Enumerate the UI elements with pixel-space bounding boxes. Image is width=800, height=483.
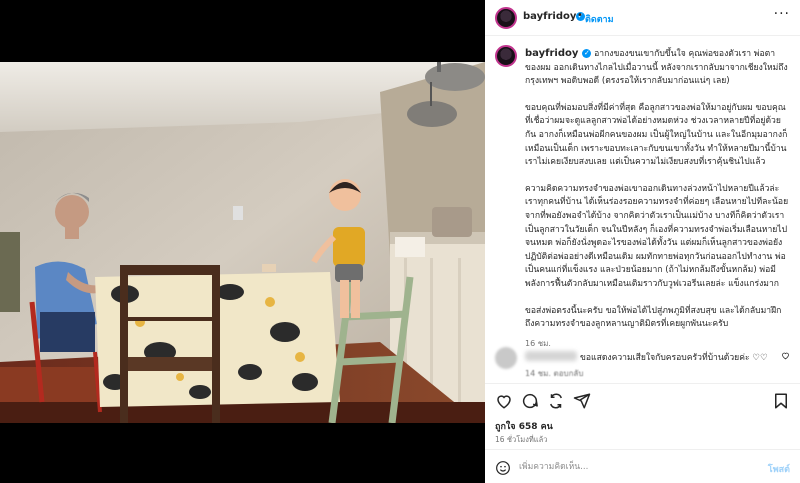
author-username[interactable]: bayfridoy xyxy=(523,11,576,22)
more-options-icon[interactable]: ··· xyxy=(774,6,790,22)
caption-paragraph-4: ขอส่งพ่อตรงนี้นะครับ ขอให้พ่อได้ไปสู่ภพภ… xyxy=(525,305,782,330)
caption-verified-badge-icon: ✓ xyxy=(582,49,592,58)
comment-meta: 14 ชม. ตอบกลับ xyxy=(525,369,584,378)
commenter-username[interactable] xyxy=(525,351,577,361)
follow-button[interactable]: ติดตาม xyxy=(585,12,614,26)
commenter-avatar[interactable] xyxy=(495,347,517,369)
share-icon[interactable] xyxy=(573,392,591,410)
comment-item: ขอแสดงความเสียใจกับครอบครัวที่บ้านด้วยค่… xyxy=(485,345,800,378)
comment-icon[interactable] xyxy=(521,392,539,410)
comment-like-heart-icon[interactable] xyxy=(781,351,790,360)
comments-panel[interactable]: bayfridoy ✓ อากงของขนเขากับขึ้นใจ คุณพ่อข… xyxy=(485,37,800,379)
caption-paragraph-3: ความคิดความทรงจำของพ่อเขาออกเดินทางล่วงห… xyxy=(525,183,789,289)
post-header: bayfridoy ✓ • ติดตาม ··· xyxy=(485,0,800,36)
likes-count[interactable]: ถูกใจ 658 คน xyxy=(495,419,553,433)
caption-paragraph-1: bayfridoy ✓ อากงของขนเขากับขึ้นใจ คุณพ่อข… xyxy=(525,47,789,89)
heart-icon[interactable] xyxy=(495,392,513,410)
post-media[interactable] xyxy=(0,0,485,483)
post-sidebar: bayfridoy ✓ • ติดตาม ··· bayfridoy ✓ อากง… xyxy=(485,0,800,483)
comment-text: ขอแสดงความเสียใจกับครอบครัวที่บ้านด้วยค่… xyxy=(580,353,768,363)
comment-composer: โพสต์ xyxy=(485,449,800,483)
caption-username[interactable]: bayfridoy xyxy=(525,48,578,59)
caption-paragraph-2: ขอบคุณที่พ่อมอบสิ่งที่มีค่าที่สุด คือลูก… xyxy=(525,102,788,168)
emoji-icon[interactable] xyxy=(495,460,511,476)
post-photo xyxy=(0,62,485,423)
author-avatar[interactable] xyxy=(495,7,517,29)
caption: bayfridoy ✓ อากงของขนเขากับขึ้นใจ คุณพ่อข… xyxy=(525,47,789,350)
comment-input[interactable] xyxy=(519,458,749,476)
bookmark-icon[interactable] xyxy=(772,392,790,410)
post-comment-button[interactable]: โพสต์ xyxy=(768,462,790,476)
caption-avatar[interactable] xyxy=(495,45,517,67)
post-time[interactable]: 16 ชั่วโมงที่แล้ว xyxy=(495,434,547,446)
repost-icon[interactable] xyxy=(547,392,565,410)
separator-dot: • xyxy=(577,10,583,21)
